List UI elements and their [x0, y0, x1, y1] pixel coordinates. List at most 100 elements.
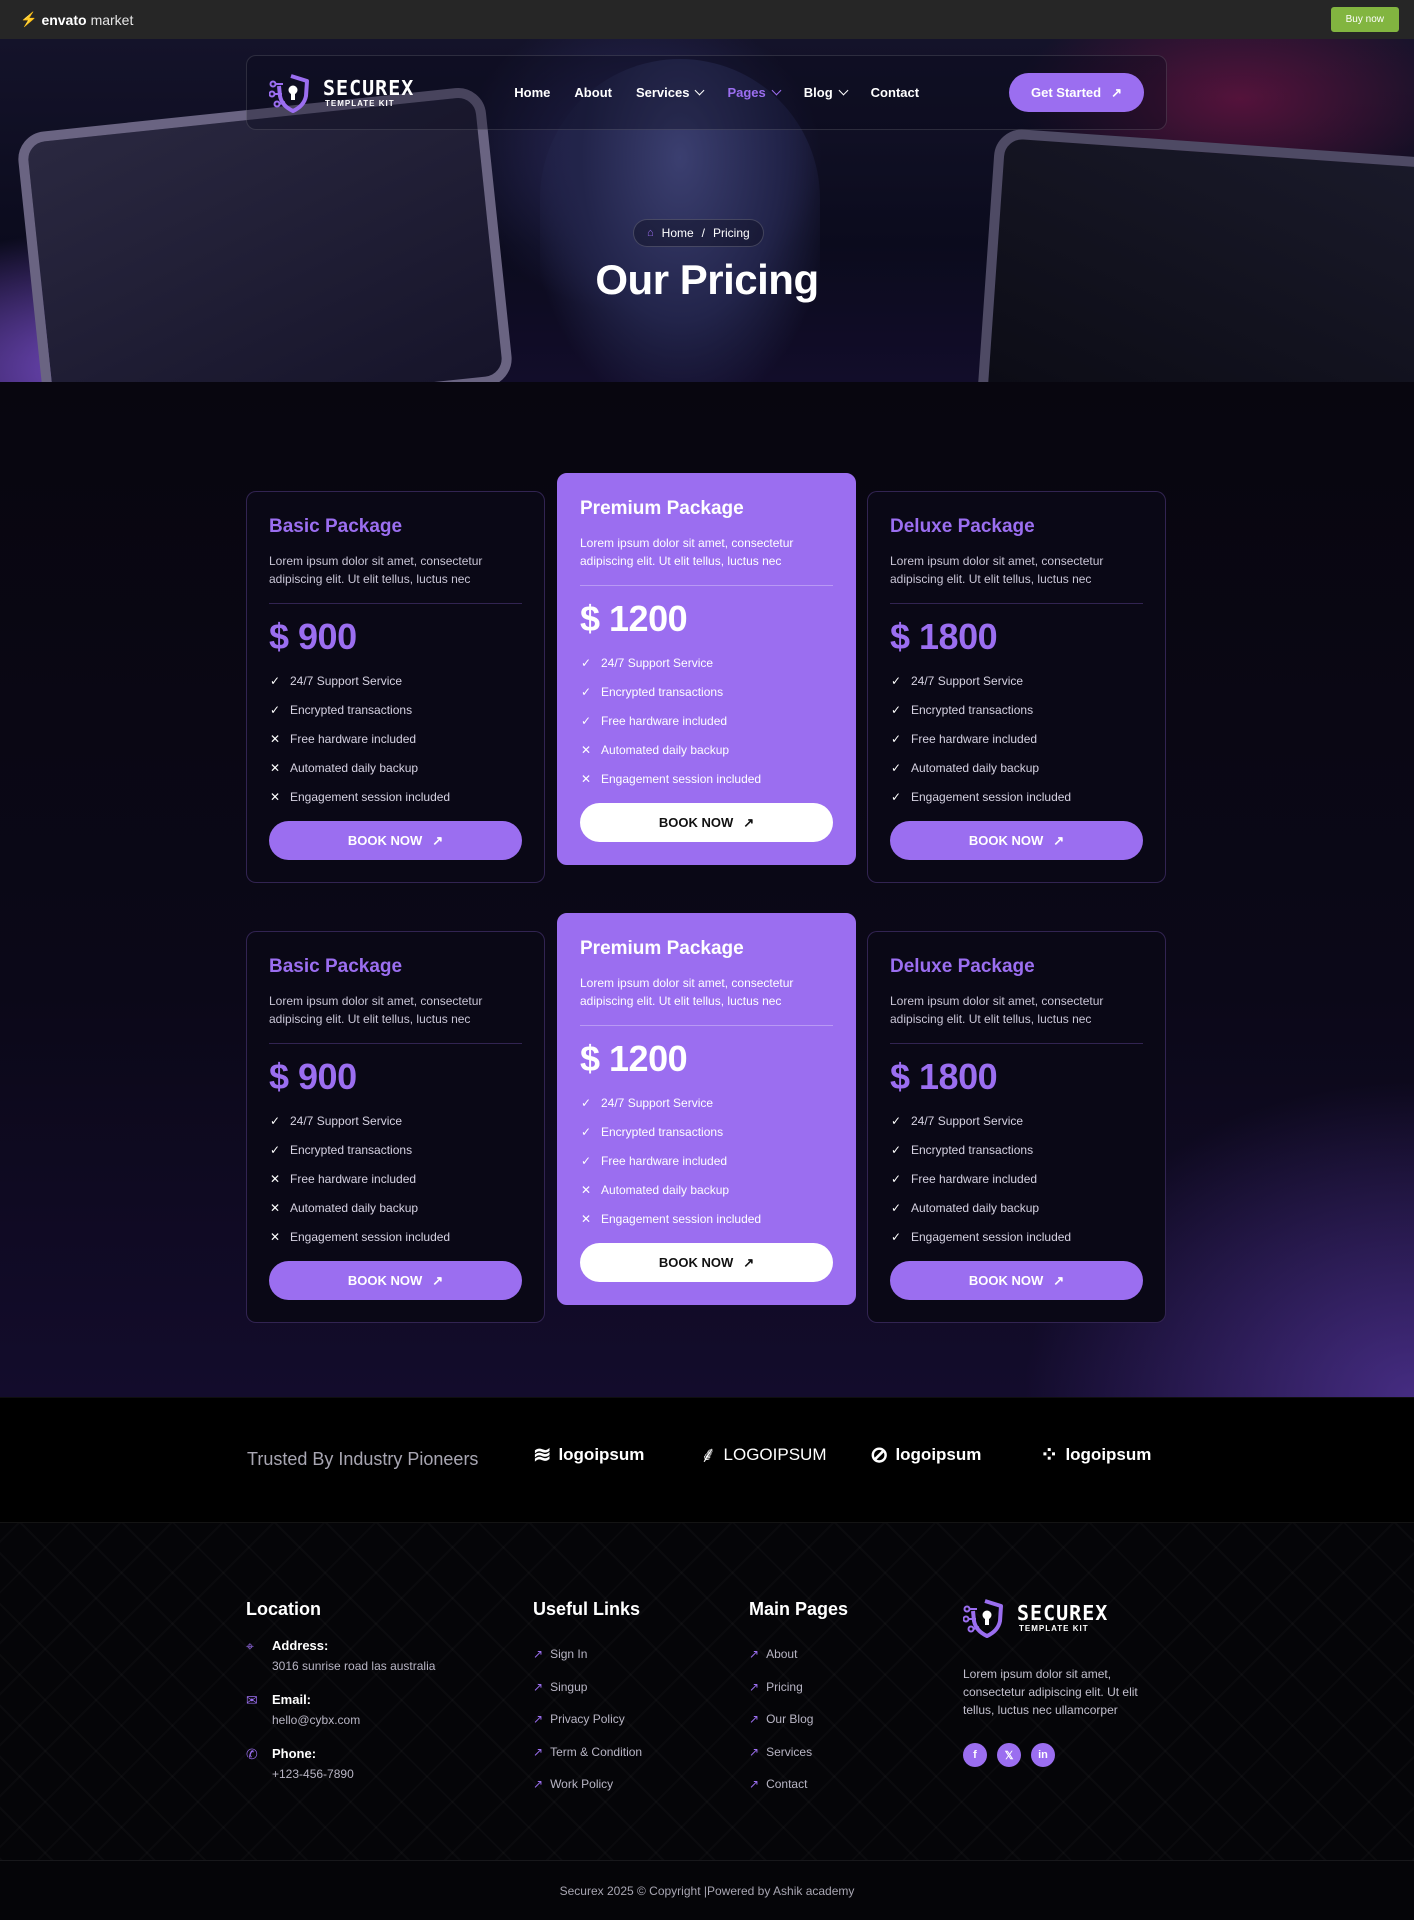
- package-description: Lorem ipsum dolor sit amet, consectetur …: [580, 976, 794, 1008]
- feature-list: ✓ 24/7 Support Service ✓ Encrypted transact…: [269, 1106, 522, 1251]
- buy-now-button[interactable]: Buy now: [1330, 7, 1399, 32]
- feature-item: ✓ Automated daily backup: [890, 753, 1143, 782]
- pricing-card: Deluxe Package Lorem ipsum dolor sit amet…: [867, 491, 1166, 883]
- footer-brand-name: SECUREX: [1017, 1603, 1108, 1623]
- check-icon: ✓: [890, 731, 902, 746]
- nav-about[interactable]: About: [574, 85, 612, 100]
- check-icon: ✓: [890, 1229, 902, 1244]
- brand-logo[interactable]: SECUREX TEMPLATE KIT: [269, 72, 414, 114]
- footer-link[interactable]: ↗ Services: [749, 1736, 848, 1769]
- monitor-right-image: [975, 127, 1414, 382]
- mail-icon: ✉: [246, 1692, 258, 1708]
- linkedin-icon[interactable]: in: [1031, 1743, 1055, 1767]
- arrow-up-right-icon: ↗: [1053, 833, 1065, 848]
- nav-pages-label: Pages: [727, 85, 766, 100]
- footer-link-label: Singup: [550, 1679, 588, 1694]
- nav-home[interactable]: Home: [514, 85, 550, 100]
- phone-value[interactable]: +123-456-7890: [272, 1767, 354, 1781]
- brand-name-x: X: [401, 75, 415, 100]
- footer-brand-name-main: SECURE: [1017, 1601, 1096, 1625]
- feature-list: ✓ 24/7 Support Service ✓ Encrypted transact…: [890, 1106, 1143, 1251]
- footer-brand-name-x: X: [1095, 1601, 1109, 1625]
- book-now-button[interactable]: BOOK NOW ↗: [890, 821, 1143, 860]
- cross-icon: ✕: [269, 1229, 281, 1244]
- arrow-up-right-icon: ↗: [533, 1679, 544, 1694]
- feature-item: ✓ Encrypted transactions: [890, 695, 1143, 724]
- trusted-section: Trusted By Industry Pioneers ≋ logoipsum…: [0, 1397, 1414, 1523]
- feature-label: Automated daily backup: [911, 1200, 1040, 1215]
- feature-label: Automated daily backup: [601, 742, 730, 757]
- feature-label: 24/7 Support Service: [911, 1113, 1024, 1128]
- footer-link-label: Contact: [766, 1777, 808, 1792]
- package-price: $ 1800: [890, 616, 998, 657]
- footer-link[interactable]: ↗ About: [749, 1638, 848, 1671]
- footer-link[interactable]: ↗ Privacy Policy: [533, 1703, 642, 1736]
- package-name: Deluxe Package: [890, 956, 1035, 977]
- feature-label: Engagement session included: [911, 789, 1072, 804]
- book-now-button[interactable]: BOOK NOW ↗: [269, 1261, 522, 1300]
- footer-link[interactable]: ↗ Contact: [749, 1768, 848, 1801]
- partner-logo-4-text: logoipsum: [1065, 1445, 1152, 1464]
- cross-icon: ✕: [580, 771, 592, 786]
- nav-blog[interactable]: Blog: [804, 85, 849, 100]
- footer-link[interactable]: ↗ Singup: [533, 1671, 642, 1704]
- nav-contact[interactable]: Contact: [871, 85, 919, 100]
- book-now-button[interactable]: BOOK NOW ↗: [580, 1243, 833, 1282]
- feature-item: ✕ Automated daily backup: [269, 1193, 522, 1222]
- nav-services[interactable]: Services: [635, 85, 705, 100]
- arrow-up-right-icon: ↗: [749, 1712, 760, 1727]
- feature-item: ✕ Engagement session included: [269, 782, 522, 811]
- check-icon: ✓: [890, 673, 902, 688]
- feature-list: ✓ 24/7 Support Service ✓ Encrypted transact…: [580, 648, 833, 793]
- address-label: Address:: [272, 1638, 329, 1653]
- footer-brand-logo[interactable]: SECUREX TEMPLATE KIT: [963, 1597, 1163, 1639]
- footer-link[interactable]: ↗ Pricing: [749, 1671, 848, 1704]
- footer-link[interactable]: ↗ Term & Condition: [533, 1736, 642, 1769]
- facebook-icon[interactable]: f: [963, 1743, 987, 1767]
- nav-pages[interactable]: Pages: [727, 85, 782, 100]
- feature-label: Automated daily backup: [290, 1200, 419, 1215]
- brand-name: SECUREX: [323, 78, 414, 98]
- arrow-up-right-icon: ↗: [1111, 85, 1122, 100]
- check-icon: ✓: [269, 673, 281, 688]
- get-started-button[interactable]: Get Started ↗: [1009, 73, 1144, 112]
- feature-label: Automated daily backup: [601, 1182, 730, 1197]
- footer-useful-title: Useful Links: [533, 1599, 641, 1619]
- arrow-up-right-icon: ↗: [533, 1777, 544, 1792]
- feature-item: ✕ Automated daily backup: [269, 753, 522, 782]
- arrow-up-right-icon: ↗: [749, 1744, 760, 1759]
- footer-link[interactable]: ↗ Work Policy: [533, 1768, 642, 1801]
- footer-link-label: Privacy Policy: [550, 1712, 625, 1727]
- cross-icon: ✕: [269, 1171, 281, 1186]
- book-now-button[interactable]: BOOK NOW ↗: [890, 1261, 1143, 1300]
- book-now-button[interactable]: BOOK NOW ↗: [580, 803, 833, 842]
- feature-item: ✓ 24/7 Support Service: [890, 1106, 1143, 1135]
- cross-icon: ✕: [269, 731, 281, 746]
- arrow-up-right-icon: ↗: [749, 1679, 760, 1694]
- footer-address: ⌖ Address: 3016 sunrise road las australi…: [246, 1638, 435, 1673]
- feature-label: Engagement session included: [290, 1229, 451, 1244]
- hero: SECUREX TEMPLATE KIT Home About Services…: [0, 39, 1414, 382]
- nav-contact-label: Contact: [870, 85, 920, 100]
- footer-link[interactable]: ↗ Sign In: [533, 1638, 642, 1671]
- book-now-label: BOOK NOW: [347, 1273, 423, 1288]
- feature-item: ✓ Encrypted transactions: [269, 1135, 522, 1164]
- check-icon: ✓: [890, 1142, 902, 1157]
- arrow-up-right-icon: ↗: [432, 1273, 444, 1288]
- email-label: Email:: [272, 1692, 312, 1707]
- x-icon[interactable]: 𝕏: [997, 1743, 1021, 1767]
- package-description: Lorem ipsum dolor sit amet, consectetur …: [890, 554, 1104, 586]
- nav-services-label: Services: [635, 85, 690, 100]
- email-value[interactable]: hello@cybx.com: [272, 1713, 360, 1727]
- cross-icon: ✕: [269, 1200, 281, 1215]
- check-icon: ✓: [890, 1113, 902, 1128]
- footer-link[interactable]: ↗ Our Blog: [749, 1703, 848, 1736]
- page-title: Our Pricing: [595, 256, 819, 303]
- shield-keyhole-icon: [963, 1599, 1003, 1638]
- breadcrumb-home[interactable]: Home: [662, 226, 694, 240]
- package-price: $ 900: [269, 616, 357, 657]
- book-now-button[interactable]: BOOK NOW ↗: [269, 821, 522, 860]
- divider: [890, 1043, 1143, 1044]
- envato-logo[interactable]: ⚡ envato market: [20, 11, 133, 28]
- feature-label: 24/7 Support Service: [290, 1113, 403, 1128]
